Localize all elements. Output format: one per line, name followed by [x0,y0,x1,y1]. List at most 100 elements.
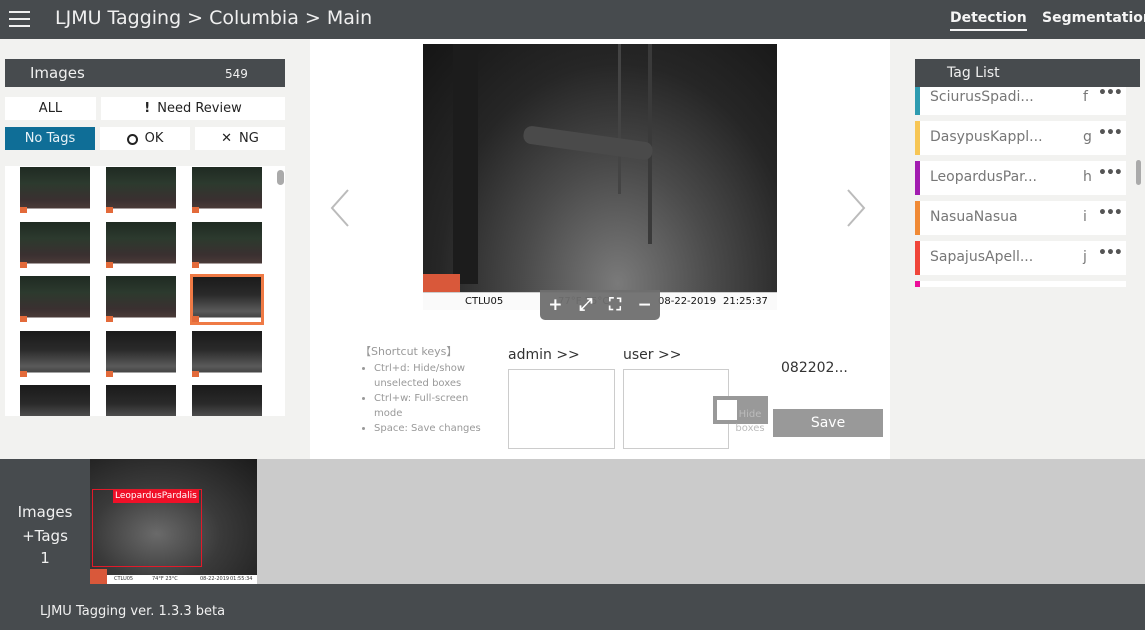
tag-list-item[interactable] [915,281,1126,287]
tag-color-bar [915,281,920,287]
thumbnail-item[interactable] [192,385,262,416]
thumbnail-item[interactable] [20,330,90,378]
tag-name: LeopardusPar... [930,169,1037,185]
thumbnail-item[interactable] [20,385,90,416]
tab-detection[interactable]: Detection [950,10,1027,31]
thumbnail-item[interactable] [20,276,90,323]
tag-shortcut-key: f [1083,89,1088,105]
image-camera-id: CTLU05 [465,296,504,307]
filter-need-review-label: Need Review [157,101,242,116]
thumbnail-item[interactable] [192,330,262,378]
zoom-in-icon[interactable]: + [548,295,562,315]
thumbnail-brand-icon [20,207,27,213]
tag-shortcut-key: j [1083,249,1087,265]
hamburger-menu-icon[interactable] [9,11,30,27]
save-button[interactable]: Save [773,409,883,437]
filter-need-review-button[interactable]: ! Need Review [101,97,285,120]
more-options-icon[interactable]: ••• [1098,165,1123,181]
more-options-icon[interactable]: ••• [1098,125,1123,141]
thumbnail-item[interactable] [106,276,176,323]
thumbnail-grid [5,166,285,416]
tag-list-item[interactable]: DasypusKappl... g ••• [915,121,1126,155]
thumbnail-brand-icon [192,261,199,268]
thumbnail-item[interactable] [106,167,176,214]
next-image-arrow-icon[interactable] [844,188,868,228]
tag-shortcut-key: h [1083,169,1092,185]
tagged-image-thumbnail[interactable]: LeopardusPardalis CTLU05 74°F 23°C 08-22… [90,459,257,584]
tag-list-item[interactable]: NasuaNasua i ••• [915,201,1126,235]
thumbnail-brand-icon [20,370,27,377]
more-options-icon[interactable]: ••• [1098,87,1123,101]
breadcrumb: LJMU Tagging > Columbia > Main [55,7,373,29]
shortcut-item: Ctrl+d: Hide/show unselected boxes [374,361,484,391]
thumbnail-brand-icon [20,261,27,268]
tagged-images-strip [257,459,1145,584]
zoom-toolbar: + ⤢ ⛶ − [540,290,660,320]
thumbnail-item[interactable] [20,167,90,214]
tagged-image-brand-logo [90,569,107,584]
main-image[interactable]: Bushnell CTLU05 77°F 25°C 08-22-2019 21:… [423,44,777,310]
shortcut-item: Space: Save changes [374,421,484,436]
tag-list-scrollbar[interactable] [1136,160,1141,185]
images-title: Images [30,64,85,82]
tag-list: SciurusSpadi... f ••• DasypusKappl... g ••• Le… [915,87,1126,287]
tag-list-item[interactable]: SciurusSpadi... f ••• [915,87,1126,115]
filter-no-tags-button[interactable]: No Tags [5,127,95,150]
thumbnail-brand-icon [192,370,199,377]
summary-label-tags: +Tags [22,527,68,545]
tag-list-item[interactable]: LeopardusPar... h ••• [915,161,1126,195]
summary-count: 1 [40,549,50,567]
thumbnail-brand-icon [192,207,199,213]
images-count: 549 [225,67,248,81]
tag-list-header: Tag List [915,59,1140,87]
image-tree-trunk [453,44,478,284]
image-time: 21:25:37 [723,296,768,307]
filter-all-button[interactable]: ALL [5,97,96,120]
thumbnail-brand-icon [106,316,113,322]
tagged-image-camera-id: CTLU05 [114,576,134,582]
tag-shortcut-key: g [1083,129,1092,145]
previous-image-arrow-icon[interactable] [328,188,352,228]
admin-label: admin >> [508,347,580,363]
filter-ok-label: OK [144,131,164,146]
tag-list-title: Tag List [947,65,1000,81]
thumbnail-scrollbar[interactable] [277,170,284,185]
more-options-icon[interactable]: ••• [1098,245,1123,261]
thumbnail-item[interactable] [192,221,262,269]
filter-ng-label: NG [239,131,259,146]
thumbnail-brand-icon [106,261,113,268]
image-date: 08-22-2019 [658,296,717,307]
zoom-out-icon[interactable]: − [637,295,651,315]
thumbnail-brand-icon [106,370,113,377]
tag-name: SciurusSpadi... [930,89,1034,105]
thumbnail-brand-icon [106,207,113,213]
thumbnail-item[interactable] [106,385,176,416]
thumbnail-item[interactable] [190,274,264,325]
filter-ok-button[interactable]: OK [100,127,190,150]
thumbnail-item[interactable] [20,221,90,269]
fit-to-screen-icon[interactable]: ⤢ [579,295,593,315]
tag-name: NasuaNasua [930,209,1018,225]
tag-color-bar [915,121,920,155]
thumbnail-item[interactable] [106,330,176,378]
tag-list-item[interactable]: SapajusApell... j ••• [915,241,1126,275]
tagged-image-temperature: 74°F 23°C [152,576,178,582]
tag-name: DasypusKappl... [930,129,1043,145]
tagged-image-time: 01:55:34 [230,576,253,582]
more-options-icon[interactable]: ••• [1098,205,1123,221]
version-text: LJMU Tagging ver. 1.3.3 beta [40,604,226,619]
fullscreen-icon[interactable]: ⛶ [609,295,621,315]
x-icon: ✕ [221,131,233,146]
filter-ng-button[interactable]: ✕ NG [195,127,285,150]
hide-boxes-label: Hide boxes [735,409,765,434]
admin-tags-box[interactable] [508,369,615,449]
filter-all-label: ALL [38,101,63,116]
thumbnail-item[interactable] [106,221,176,269]
user-label: user >> [623,347,682,363]
shortcut-keys-title: 【Shortcut keys】 [360,345,458,358]
thumbnail-item[interactable] [192,167,262,214]
tagged-image-date: 08-22-2019 [200,576,230,582]
tab-segmentation[interactable]: Segmentation [1042,10,1145,26]
thumbnail-brand-icon [20,316,27,322]
tag-color-bar [915,241,920,275]
